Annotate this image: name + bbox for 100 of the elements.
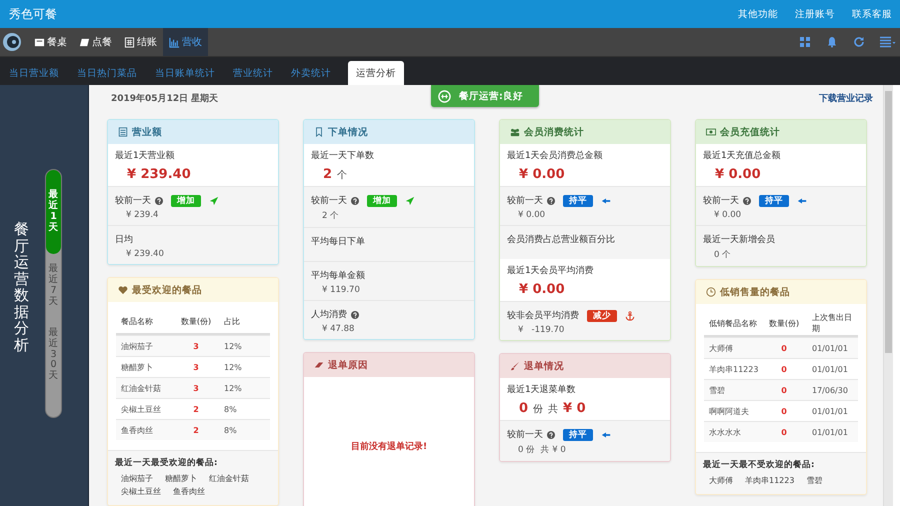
stat-label: 会员消费占总营业额百分比	[507, 234, 615, 246]
table-cell-text: 2	[192, 404, 200, 414]
toolbar-button[interactable]: 餐桌	[28, 28, 73, 56]
table-cell-text: 8%	[223, 426, 238, 434]
help-icon[interactable]	[547, 430, 555, 438]
stat-value: ¥ 119.70	[321, 284, 361, 295]
menu-icon[interactable]	[880, 36, 896, 48]
table-cell-text: 17/06/30	[811, 386, 849, 394]
metric-label: 最近1天充值总金额	[703, 150, 782, 162]
calculator-icon	[124, 36, 135, 48]
table-cell-text: 羊肉串11223	[708, 364, 760, 374]
dish-name: 羊肉串11223	[745, 475, 794, 486]
toolbar-button[interactable]: 点餐	[73, 28, 118, 56]
empty-message: 目前没有退单记录!	[350, 440, 428, 452]
table-cell-text: 红油金针菇	[120, 382, 162, 394]
stat-label: 日均	[115, 234, 133, 246]
dish-name: 油焖茄子	[121, 473, 153, 484]
table-cell-text: 3	[192, 384, 200, 392]
bar-chart-icon	[169, 36, 180, 48]
range-option[interactable]: 最近1天	[46, 170, 61, 254]
refresh-icon[interactable]	[853, 36, 865, 48]
card-title: 最受欢迎的餐品	[132, 284, 202, 296]
stat-value: ¥ 47.88	[321, 323, 356, 334]
paper-plane-icon	[405, 196, 415, 206]
table-cell-text: 啊啊阿道夫	[708, 406, 750, 416]
table-cell-text: 0	[780, 386, 788, 394]
help-icon[interactable]	[743, 196, 751, 204]
trend-badge: 减少	[587, 310, 617, 322]
download-link[interactable]: 下载营业记录	[819, 92, 873, 104]
range-option[interactable]: 最近7天	[46, 254, 61, 318]
dish-name: 大师傅	[709, 475, 733, 486]
metric-label: 最近1天营业额	[115, 150, 176, 162]
toolbar-button[interactable]: 营收	[163, 28, 208, 56]
top-link[interactable]: 注册账号	[795, 8, 835, 20]
help-icon[interactable]	[547, 196, 555, 204]
book-icon	[79, 36, 90, 48]
anchor-icon	[625, 310, 635, 320]
table-cell-text: 油焖茄子	[120, 340, 154, 352]
table-cell-text: 糖醋萝卜	[120, 362, 154, 372]
date-label: 2019年05月12日 星期天	[111, 92, 218, 104]
metric-value: ¥ 0.00	[715, 167, 761, 182]
stat-value: 0 个	[713, 249, 732, 261]
top-link[interactable]: 联系客服	[852, 8, 892, 20]
top-link[interactable]: 其他功能	[738, 8, 778, 20]
table-cell-text: 雪碧	[708, 384, 726, 396]
toolbar-button[interactable]: 结账	[118, 28, 163, 56]
help-icon[interactable]	[155, 196, 163, 204]
table-cell-text: 0	[780, 364, 788, 374]
table-cell-text: 2	[192, 426, 200, 434]
heart-icon	[118, 285, 128, 295]
table-cell-text: 3	[192, 362, 200, 372]
dish-name: 尖椒土豆丝	[121, 486, 161, 497]
list-label: 最近一天最受欢迎的餐品:	[115, 457, 218, 469]
metric-value: ¥ 239.40	[127, 167, 191, 182]
arrow-left-icon	[601, 196, 611, 206]
dish-name: 鱼香肉丝	[173, 486, 205, 497]
scrollbar[interactable]	[883, 85, 893, 506]
users-icon	[510, 127, 520, 137]
table-cell-text: 12%	[223, 362, 243, 372]
trend-badge: 增加	[367, 194, 397, 206]
card-title: 退单情况	[524, 360, 564, 372]
eraser-icon	[314, 360, 324, 370]
metric-label: 最近1天会员消费总金额	[507, 150, 604, 162]
bell-icon[interactable]	[826, 36, 838, 48]
brush-icon	[510, 361, 520, 371]
column-header: 低销餐品名称	[708, 318, 758, 328]
stat-label: 较前一天	[311, 194, 347, 207]
stat-label: 平均每日下单	[311, 236, 365, 248]
tab[interactable]: 当日账单统计	[146, 61, 224, 85]
dish-name: 雪碧	[806, 475, 822, 486]
tab[interactable]: 外卖统计	[282, 61, 340, 85]
table-cell-text: 3	[192, 342, 200, 350]
table-cell-text: 12%	[223, 384, 243, 392]
metric-value: 共	[548, 402, 558, 416]
grid-icon[interactable]	[799, 36, 811, 48]
stat-label: 平均每单金额	[311, 270, 365, 282]
tab[interactable]: 运营分析	[348, 61, 404, 85]
table-cell-text: 水水水水	[708, 426, 742, 438]
clock-icon	[706, 287, 716, 297]
table-cell-text: 01/01/01	[811, 406, 849, 416]
trend-badge: 持平	[759, 194, 789, 206]
metric-label: 最近1天退菜单数	[507, 384, 577, 396]
help-icon[interactable]	[351, 196, 359, 204]
column-header: 上次售出日期	[811, 312, 853, 334]
status-text: 餐厅运营:良好	[459, 90, 523, 102]
trend-badge: 持平	[563, 428, 593, 440]
range-option[interactable]: 最近30天	[46, 318, 61, 392]
tab[interactable]: 当日营业额	[0, 61, 68, 85]
help-icon[interactable]	[351, 310, 359, 318]
column-header: 餐品名称	[120, 316, 154, 326]
table-cell-text: 01/01/01	[811, 428, 849, 436]
tab[interactable]: 营业统计	[224, 61, 282, 85]
tab[interactable]: 当日热门菜品	[68, 61, 146, 85]
table-icon	[34, 36, 45, 48]
stat-value: 0 份 共 ¥ 0	[517, 444, 567, 456]
metric-value: 0	[519, 401, 528, 416]
metric-value: ¥ 0.00	[519, 167, 565, 182]
table-cell-text: 0	[780, 428, 788, 436]
stat-value: ¥ 0.00	[517, 209, 546, 220]
table-cell-text: 01/01/01	[811, 364, 849, 374]
